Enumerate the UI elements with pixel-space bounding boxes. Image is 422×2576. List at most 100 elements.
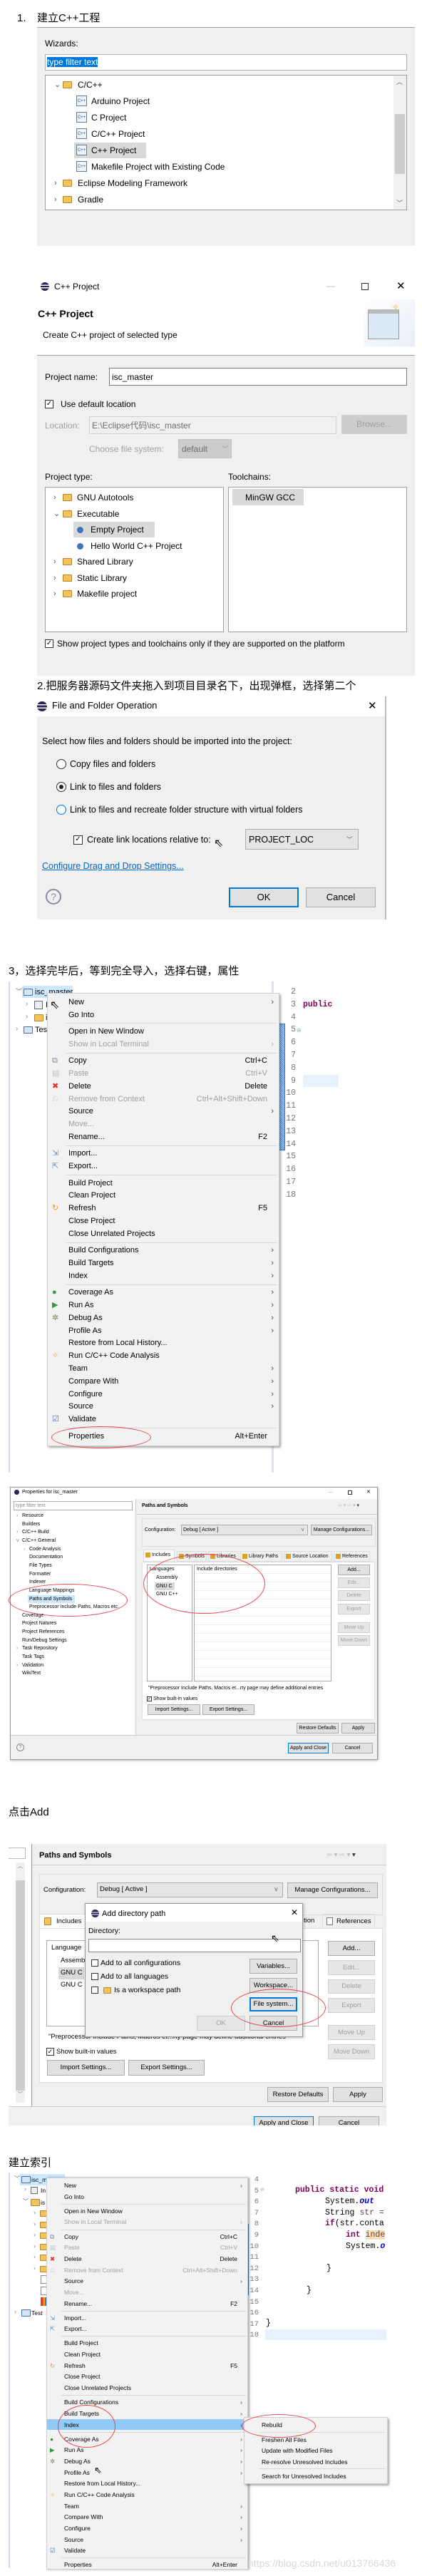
radio-virtual-folders[interactable] xyxy=(56,805,66,815)
menu-item-debug-as[interactable]: ✲ Debug As › xyxy=(47,2456,247,2467)
menu-item-show-in-local-terminal[interactable]: Show in Local Terminal › xyxy=(47,2217,247,2228)
chevron-right-icon[interactable]: › xyxy=(34,2242,36,2250)
scroll-down-icon[interactable]: ﹀ xyxy=(396,198,403,207)
chevron-right-icon[interactable]: › xyxy=(54,178,57,188)
menu-item-clean-project[interactable]: Clean Project xyxy=(48,1190,279,1202)
menu-item-import[interactable]: ⇲ Import... xyxy=(48,1148,279,1160)
include-move-down-button[interactable]: Move Down xyxy=(328,2044,375,2059)
menu-item-run-as[interactable]: ▶ Run As › xyxy=(47,2445,247,2456)
manage-configurations-button[interactable]: Manage Configurations... xyxy=(311,1525,372,1535)
menu-item-source[interactable]: Source › xyxy=(48,1106,279,1118)
import-settings-button[interactable]: Import Settings... xyxy=(47,2060,125,2076)
include-delete-button[interactable]: Delete xyxy=(338,1590,370,1601)
maximize-icon[interactable] xyxy=(361,283,369,290)
menu-item-open-in-new-window[interactable]: Open in New Window xyxy=(47,2205,247,2217)
chevron-right-icon[interactable]: › xyxy=(16,1025,18,1033)
menu-item-build-project[interactable]: Build Project xyxy=(48,1177,279,1190)
close-icon[interactable]: ✕ xyxy=(291,1907,298,1917)
chevron-right-icon[interactable]: › xyxy=(24,2185,26,2193)
ok-button[interactable]: OK xyxy=(197,2016,245,2031)
language-item[interactable]: GNU C++ xyxy=(156,1591,178,1598)
include-export-button[interactable]: Export xyxy=(338,1603,370,1614)
menu-item-source[interactable]: Source › xyxy=(47,2275,247,2287)
directory-input[interactable] xyxy=(88,1939,301,1952)
chevron-right-icon[interactable]: › xyxy=(53,493,56,503)
menu-item-move[interactable]: Move... xyxy=(48,1118,279,1130)
menu-item-build-project[interactable]: Build Project xyxy=(47,2338,247,2349)
menu-item-profile-as[interactable]: Profile As › xyxy=(48,1324,279,1337)
menu-item-remove-from-context[interactable]: ⎌ Remove from Context Ctrl+Alt+Shift+Down xyxy=(48,1093,279,1106)
properties-tree-item-preprocessor-include-paths-macros-etc[interactable]: Preprocessor Include Paths, Macros etc. xyxy=(29,1604,119,1611)
restore-defaults-button[interactable]: Restore Defaults xyxy=(267,2087,329,2102)
chevron-right-icon[interactable]: › xyxy=(14,2308,16,2315)
properties-tree-item-file-types[interactable]: File Types xyxy=(29,1562,52,1570)
menu-item-profile-as[interactable]: Profile As › xyxy=(47,2467,247,2478)
submenu-item-update-modified[interactable]: Update with Modified Files xyxy=(262,2446,333,2455)
chevron-right-icon[interactable]: › xyxy=(26,1013,28,1021)
menu-item-compare-with[interactable]: Compare With › xyxy=(47,2511,247,2523)
chevron-down-icon[interactable]: ﹀ xyxy=(16,986,22,996)
properties-filter-input[interactable]: type filter text xyxy=(14,1501,133,1510)
menu-item-delete[interactable]: ✖ Delete Delete xyxy=(48,1080,279,1093)
configuration-select[interactable]: Debug [ Active ] v xyxy=(97,1882,283,1897)
export-settings-button[interactable]: Export Settings... xyxy=(202,1704,254,1715)
properties-tree-item-task-repository[interactable]: Task Repository xyxy=(22,1645,58,1652)
file-system-select[interactable]: default ﹀ xyxy=(178,439,232,458)
toolchain-item[interactable]: MinGW GCC xyxy=(232,489,304,505)
menu-item-coverage-as[interactable]: ● Coverage As › xyxy=(47,2433,247,2445)
chevron-right-icon[interactable]: › xyxy=(34,2220,36,2227)
menu-item-run-as[interactable]: ▶ Run As › xyxy=(48,1299,279,1312)
menu-item-paste[interactable]: ▤ Paste Ctrl+V xyxy=(47,2242,247,2253)
include-move-down-button[interactable]: Move Down xyxy=(338,1634,370,1646)
chevron-down-icon[interactable]: v xyxy=(16,1537,19,1545)
menu-item-close-project[interactable]: Close Project xyxy=(48,1215,279,1227)
menu-item-close-unrelated-projects[interactable]: Close Unrelated Projects xyxy=(48,1227,279,1240)
help-icon[interactable]: ? xyxy=(16,1743,24,1751)
submenu-item-rebuild[interactable]: Rebuild xyxy=(262,2421,282,2429)
include-export-button[interactable]: Export xyxy=(328,1998,375,2013)
menu-item-copy[interactable]: ⧉ Copy Ctrl+C xyxy=(47,2231,247,2242)
nav-back-forward-icons[interactable]: ⇦ ▾ ⇨ ▾ ▾ xyxy=(338,1503,359,1510)
close-icon[interactable]: ✕ xyxy=(366,1489,371,1496)
cancel-button[interactable]: Cancel xyxy=(249,2016,297,2031)
menu-item-validate[interactable]: ☑ Validate xyxy=(48,1413,279,1426)
configure-drag-drop-link[interactable]: Configure Drag and Drop Settings... xyxy=(42,860,184,872)
language-item[interactable]: GNU C xyxy=(61,1981,83,1989)
chevron-right-icon[interactable]: › xyxy=(34,2265,36,2272)
project-name-input[interactable]: isc_master xyxy=(109,368,407,386)
properties-tree-item-c-c-general[interactable]: C/C++ General xyxy=(22,1537,56,1545)
submenu-item-reresolve[interactable]: Re-resolve Unresolved Includes xyxy=(262,2458,347,2466)
chevron-down-icon[interactable]: ⌄ xyxy=(54,80,61,90)
properties-tree-item-run-debug-settings[interactable]: Run/Debug Settings xyxy=(22,1637,67,1644)
chevron-down-icon[interactable]: ﹀ xyxy=(23,2198,29,2205)
menu-item-index[interactable]: Index › xyxy=(47,2418,247,2431)
tab-symbols[interactable]: Symbols xyxy=(177,1551,207,1562)
chevron-right-icon[interactable]: › xyxy=(34,2231,36,2238)
project-type-tree[interactable]: › GNU Autotools ⌄ Executable Empty Project He… xyxy=(45,487,224,632)
close-icon[interactable]: ✕ xyxy=(368,699,377,712)
nav-back-forward-icons[interactable]: ⇦ ▾ ⇨ ▾ ▾ xyxy=(326,1851,356,1860)
menu-item-configure[interactable]: Configure › xyxy=(47,2523,247,2534)
language-item[interactable]: Assembl xyxy=(61,1957,86,1965)
chevron-right-icon[interactable]: › xyxy=(54,195,57,205)
apply-button[interactable]: Apply xyxy=(341,1723,375,1733)
menu-item-debug-as[interactable]: ✲ Debug As › xyxy=(48,1312,279,1324)
variables-button[interactable]: Variables... xyxy=(249,1959,297,1974)
menu-item-team[interactable]: Team › xyxy=(48,1362,279,1375)
export-settings-button[interactable]: Export Settings... xyxy=(128,2060,205,2076)
chevron-right-icon[interactable]: › xyxy=(53,557,56,567)
include-add-button[interactable]: Add... xyxy=(328,1941,375,1956)
menu-item-rename[interactable]: Rename... F2 xyxy=(48,1130,279,1143)
properties-tree-item-indexer[interactable]: Indexer xyxy=(29,1579,46,1586)
menu-item-restore-from-local-history[interactable]: Restore from Local History... xyxy=(47,2478,247,2489)
chevron-right-icon[interactable]: › xyxy=(16,1513,18,1520)
scrollbar-thumb[interactable] xyxy=(395,114,405,174)
menu-item-restore-from-local-history[interactable]: Restore from Local History... xyxy=(48,1337,279,1350)
chevron-right-icon[interactable]: › xyxy=(34,2209,36,2216)
show-builtin-checkbox[interactable]: ✓ xyxy=(147,1696,152,1701)
tab-library-paths[interactable]: Library Paths xyxy=(240,1551,282,1562)
tab-includes[interactable]: Includes xyxy=(39,1914,89,1929)
wizard-tree[interactable]: ︿ ﹀ ⌄ C/C++ C++ Arduino Project C++ C Project… xyxy=(45,75,407,210)
toolchains-list[interactable]: MinGW GCC xyxy=(228,487,407,632)
tab-includes[interactable]: Includes xyxy=(143,1550,175,1562)
